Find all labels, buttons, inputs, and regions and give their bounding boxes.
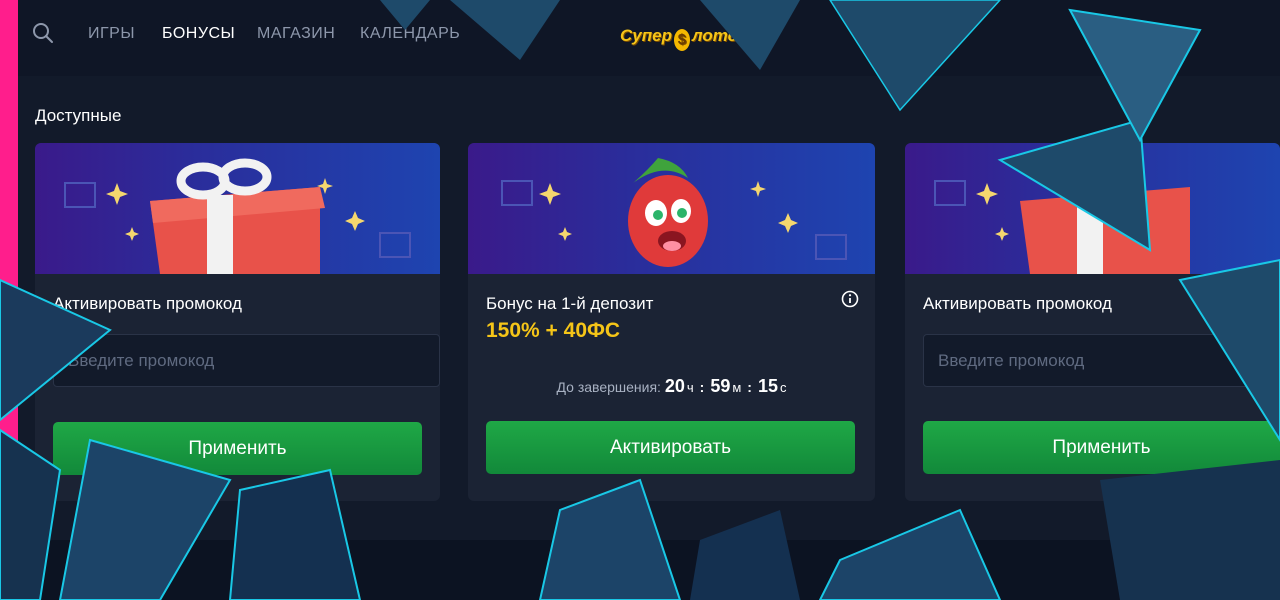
top-navigation: ИГРЫ БОНУСЫ МАГАЗИН КАЛЕНДАРЬ Супер $ лотс [18,0,1280,76]
card-title: Бонус на 1-й депозит [486,294,654,313]
brand-logo[interactable]: Супер $ лотс [620,26,737,51]
app-window: ИГРЫ БОНУСЫ МАГАЗИН КАЛЕНДАРЬ Супер $ лотс… [18,0,1280,540]
timer-separator: : [747,379,752,395]
nav-item-bonuses[interactable]: БОНУСЫ [162,25,235,43]
timer-hours: 20 [664,376,685,396]
gift-box-icon [64,158,411,274]
nav-item-games[interactable]: ИГРЫ [88,25,135,43]
timer-minutes-unit: м [732,380,742,395]
promocode-input[interactable] [923,334,1280,387]
bonus-card-promocode-2: Активировать промокод Применить [905,143,1280,501]
card-title: Активировать промокод [923,294,1112,313]
search-icon[interactable] [32,22,54,44]
timer-seconds: 15 [757,376,778,396]
timer-minutes: 59 [710,376,731,396]
apply-button[interactable]: Применить [53,422,422,475]
bonus-card-promocode: Активировать промокод Применить [35,143,440,501]
logo-text-2: лотс [691,26,738,45]
timer-hours-unit: ч [686,380,694,395]
bonus-card-first-deposit: Бонус на 1-й депозит 150% + 40ФС До заве… [468,143,875,501]
section-title: Доступные [35,106,122,125]
nav-item-shop[interactable]: МАГАЗИН [257,25,335,43]
countdown-timer: До завершения: 20 ч:59 м:15 с [468,376,875,397]
card-banner [35,143,440,274]
bonus-value: 150% + 40ФС [486,319,621,342]
info-icon[interactable] [841,290,859,308]
strawberry-character-icon [501,158,847,267]
activate-button[interactable]: Активировать [486,421,855,474]
card-banner [468,143,875,274]
card-title: Активировать промокод [53,294,242,313]
timer-separator: : [699,379,705,395]
logo-coin-icon: $ [673,29,690,51]
logo-text-1: Супер [620,26,672,45]
promocode-input[interactable] [53,334,440,387]
apply-button[interactable]: Применить [923,421,1280,474]
card-banner [905,143,1280,274]
gift-box-icon [934,180,1190,274]
timer-label: До завершения: [556,379,661,395]
nav-item-calendar[interactable]: КАЛЕНДАРЬ [360,25,460,43]
timer-seconds-unit: с [779,380,787,395]
